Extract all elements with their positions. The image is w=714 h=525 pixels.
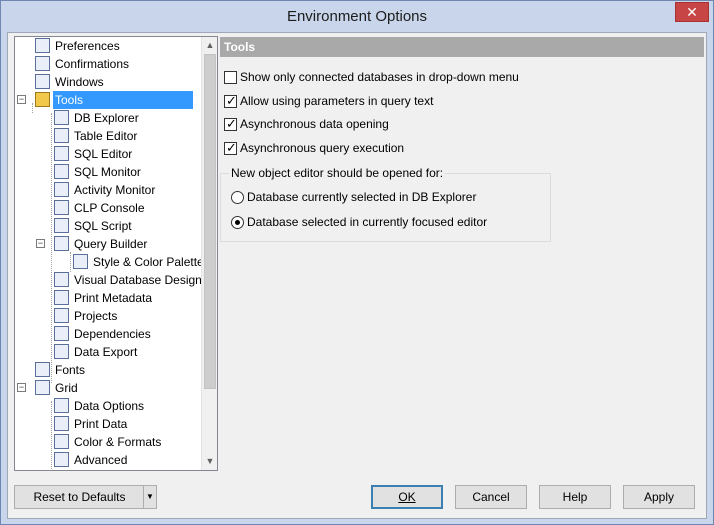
tree-content: Preferences Confirmations Windows − Tool… [15,37,201,470]
close-button[interactable]: ✕ [675,2,709,22]
data-options-icon [54,398,69,413]
tree-scrollbar[interactable]: ▲ ▼ [201,37,217,470]
tree-item-label: Advanced [74,453,128,467]
grid-icon [35,380,50,395]
tree-item-label: Activity Monitor [74,183,156,197]
collapse-expander-icon[interactable]: − [36,239,45,248]
tree-item-label: CLP Console [74,201,145,215]
radio-label: Database currently selected in DB Explor… [247,190,477,204]
checkbox-label: Asynchronous query execution [240,141,405,155]
tree-item-label: Data Export [74,345,138,359]
scroll-down-arrow-icon[interactable]: ▼ [202,453,217,470]
tree-item-label: DB Explorer [74,111,139,125]
dependencies-icon [54,326,69,341]
tree-item-label: Table Editor [74,129,138,143]
checkmark-icon: ✓ [226,140,237,155]
tree-item-label: Projects [74,309,118,323]
checkbox-label: Show only connected databases in drop-do… [240,70,519,84]
preferences-icon [35,38,50,53]
button-label: OK [398,490,416,504]
tree-item-label: Grid [55,381,78,395]
title-bar[interactable]: Environment Options ✕ [1,1,713,32]
groupbox-title: New object editor should be opened for: [229,166,446,180]
tree-item-label: Windows [55,75,104,89]
apply-button[interactable]: Apply [623,485,695,509]
panel-header: Tools [220,37,704,57]
environment-options-window: Environment Options ✕ Preferences Confir… [0,0,714,525]
palette-icon [73,254,88,269]
db-explorer-icon [54,110,69,125]
dialog-client-area: Preferences Confirmations Windows − Tool… [7,32,707,519]
checkbox-box[interactable]: ✓ [224,140,237,155]
button-label: Help [562,490,588,504]
chevron-down-icon: ▼ [146,492,154,501]
tree-item-label: Print Data [74,417,128,431]
reset-to-defaults-button[interactable]: Reset to Defaults [14,485,145,509]
button-label: Cancel [472,490,510,504]
tools-icon [35,92,50,107]
checkmark-icon: ✓ [226,116,237,131]
visual-designer-icon [54,272,69,287]
tree-item-label: Dependencies [74,327,151,341]
checkbox-box[interactable]: ✓ [224,116,237,131]
tree-item-label: Visual Database Designer [74,273,201,287]
sql-editor-icon [54,146,69,161]
windows-icon [35,74,50,89]
data-export-icon [54,344,69,359]
color-formats-icon [54,434,69,449]
query-builder-icon [54,236,69,251]
radio-button[interactable] [231,191,244,204]
tree-item-label: Print Metadata [74,291,153,305]
button-label: Reset to Defaults [33,490,126,504]
fonts-icon [35,362,50,377]
checkbox-label: Allow using parameters in query text [240,94,434,108]
checkbox-box[interactable] [224,71,237,84]
radio-button[interactable] [231,216,244,229]
printer-icon [54,290,69,305]
tree-item-label: Style & Color Palette [93,255,201,269]
advanced-icon [54,452,69,467]
activity-monitor-icon [54,182,69,197]
collapse-expander-icon[interactable]: − [17,383,26,392]
radio-label: Database selected in currently focused e… [247,215,488,229]
tree-item-label: Query Builder [74,237,148,251]
tree-item-label: Preferences [55,39,120,53]
scroll-thumb[interactable] [204,54,216,389]
tree-item-label: Tools [53,91,193,109]
projects-icon [54,308,69,323]
clp-console-icon [54,200,69,215]
checkbox-label: Asynchronous data opening [240,117,389,131]
ok-button[interactable]: OK [371,485,443,509]
tree-item-label: Color & Formats [74,435,162,449]
radio-dot-icon [235,220,240,225]
sql-script-icon [54,218,69,233]
scroll-up-arrow-icon[interactable]: ▲ [202,37,217,54]
tree-item-label: Confirmations [55,57,130,71]
help-button[interactable]: Help [539,485,611,509]
tree-item-label: Fonts [55,363,86,377]
printer-icon [54,416,69,431]
tree-line [70,252,71,272]
checkmark-icon: ✓ [226,93,237,108]
options-tree: Preferences Confirmations Windows − Tool… [14,36,218,471]
cancel-button[interactable]: Cancel [455,485,527,509]
window-title: Environment Options [286,8,428,25]
editor-open-groupbox: New object editor should be opened for: … [220,166,551,242]
table-editor-icon [54,128,69,143]
button-label: Apply [643,490,675,504]
sql-monitor-icon [54,164,69,179]
collapse-expander-icon[interactable]: − [17,95,26,104]
reset-dropdown-button[interactable]: ▼ [143,485,157,509]
tree-item-label: Data Options [74,399,145,413]
confirmations-icon [35,56,50,71]
tree-line [51,401,52,470]
tree-item-label: SQL Script [74,219,132,233]
tree-item-label: SQL Editor [74,147,133,161]
tree-item-tools[interactable]: − Tools [15,91,200,109]
tree-item-label: SQL Monitor [74,165,141,179]
checkbox-box[interactable]: ✓ [224,93,237,108]
tree-line [51,113,52,383]
